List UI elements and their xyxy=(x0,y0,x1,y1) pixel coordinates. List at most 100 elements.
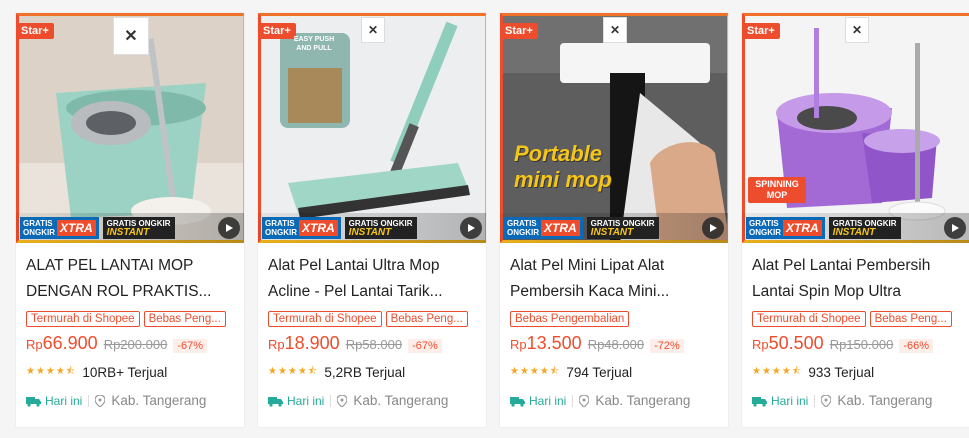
divider xyxy=(88,394,90,407)
product-title-line1: Alat Pel Lantai Ultra Mop xyxy=(268,257,440,274)
shipping-label: Hari ini xyxy=(529,393,567,408)
tag-bebas-pengembalian: Bebas Peng... xyxy=(385,311,468,327)
rating-stars-icon: ★★★★⯪ xyxy=(26,366,77,377)
product-title-line2: Acline - Pel Lantai Tarik... xyxy=(268,283,443,300)
location-text: Kab. Tangerang xyxy=(837,393,933,408)
play-video-icon[interactable] xyxy=(460,217,482,239)
price-currency: Rp xyxy=(26,337,43,352)
brand-logo: ✕ xyxy=(113,17,149,55)
product-card[interactable]: Star+ ✕ EASY PUSH AND PULL GRATIS ONGKIR … xyxy=(257,12,487,428)
play-video-icon[interactable] xyxy=(218,217,240,239)
promo-xtra-text: XTRA xyxy=(541,220,580,236)
gratis-ongkir-instant-badge: GRATIS ONGKIR INSTANT xyxy=(344,217,417,239)
promo-instant-text: INSTANT xyxy=(832,227,876,238)
delivery-truck-icon xyxy=(752,396,767,407)
promo-strip: GRATIS ONGKIR XTRA GRATIS ONGKIR INSTANT xyxy=(500,213,728,243)
original-price: Rp58.000 xyxy=(345,337,403,352)
product-card[interactable]: Star+ ✕ SPINNING MOP GRATIS ONGKIR XTRA G… xyxy=(741,12,969,428)
original-price: Rp150.000 xyxy=(829,337,894,352)
location-pin-icon xyxy=(579,394,590,407)
promo-strip: GRATIS ONGKIR XTRA GRATIS ONGKIR INSTANT xyxy=(258,213,486,243)
portable-mini-mop-label: Portable mini mop xyxy=(514,141,612,192)
rating-stars-icon: ★★★★⯪ xyxy=(268,366,319,377)
promo-xtra-text: XTRA xyxy=(299,220,338,236)
discount-badge: -66% xyxy=(899,339,933,353)
tag-bebas-pengembalian: Bebas Peng... xyxy=(869,311,952,327)
product-title-line2: Pembersih Kaca Mini... xyxy=(510,283,670,300)
rating-sold-row: ★★★★⯪ 794 Terjual xyxy=(510,364,718,381)
promo-strip: GRATIS ONGKIR XTRA GRATIS ONGKIR INSTANT xyxy=(742,213,969,243)
shipping-today: Hari ini xyxy=(752,394,808,408)
discount-badge: -67% xyxy=(173,339,207,353)
product-thumbnail[interactable]: Star+ ✕ GRATIS ONGKIR XTRA GRATIS ONGKIR … xyxy=(16,13,244,243)
location-text: Kab. Tangerang xyxy=(353,393,449,408)
product-tags: Bebas Pengembalian xyxy=(510,311,718,327)
price-currency: Rp xyxy=(510,337,527,352)
current-price: Rp13.500 xyxy=(510,333,582,354)
current-price: Rp66.900 xyxy=(26,333,98,354)
promo-ongkir-text: ONGKIR xyxy=(749,228,781,237)
product-tags: Termurah di Shopee Bebas Peng... xyxy=(752,311,960,327)
star-plus-badge: Star+ xyxy=(16,23,54,39)
product-thumbnail[interactable]: Star+ ✕ Portable mini mop GRATIS ONGKIR X… xyxy=(500,13,728,243)
brand-logo-icon: ✕ xyxy=(851,23,863,37)
tag-bebas-pengembalian: Bebas Peng... xyxy=(143,311,226,327)
price-value: 66.900 xyxy=(42,333,98,353)
price-value: 13.500 xyxy=(526,333,582,353)
location-pin-icon xyxy=(821,394,832,407)
play-video-icon[interactable] xyxy=(944,217,966,239)
product-thumbnail[interactable]: Star+ ✕ EASY PUSH AND PULL GRATIS ONGKIR … xyxy=(258,13,486,243)
location-text: Kab. Tangerang xyxy=(111,393,207,408)
price-value: 50.500 xyxy=(768,333,824,353)
delivery-truck-icon xyxy=(26,396,41,407)
easy-push-label: EASY PUSH AND PULL xyxy=(293,36,335,52)
star-plus-badge: Star+ xyxy=(500,23,538,39)
discount-badge: -72% xyxy=(650,339,684,353)
location-pin-icon xyxy=(337,394,348,407)
shipping-location-row: Hari ini Kab. Tangerang xyxy=(268,393,476,408)
product-thumbnail[interactable]: Star+ ✕ SPINNING MOP GRATIS ONGKIR XTRA G… xyxy=(742,13,969,243)
promo-instant-text: INSTANT xyxy=(348,227,392,238)
play-video-icon[interactable] xyxy=(702,217,724,239)
rating-sold-row: ★★★★⯪ 933 Terjual xyxy=(752,364,960,381)
promo-strip: GRATIS ONGKIR XTRA GRATIS ONGKIR INSTANT xyxy=(16,213,244,243)
brand-logo-icon: ✕ xyxy=(124,28,138,45)
original-price: Rp48.000 xyxy=(587,337,645,352)
star-plus-badge: Star+ xyxy=(742,23,780,39)
location-pin-icon xyxy=(95,394,106,407)
promo-gratis-text: GRATIS xyxy=(23,219,53,228)
product-title-line1: ALAT PEL LANTAI MOP xyxy=(26,257,194,274)
product-image xyxy=(500,13,728,243)
product-title[interactable]: Alat Pel Mini Lipat Alat Pembersih Kaca … xyxy=(510,253,718,305)
shipping-location-row: Hari ini Kab. Tangerang xyxy=(26,393,234,408)
tag-termurah: Termurah di Shopee xyxy=(26,311,140,327)
product-title-line1: Alat Pel Lantai Pembersih xyxy=(752,257,931,274)
shipping-today: Hari ini xyxy=(510,394,566,408)
divider xyxy=(814,394,816,407)
tag-termurah: Termurah di Shopee xyxy=(268,311,382,327)
promo-xtra-text: XTRA xyxy=(783,220,822,236)
price-row: Rp13.500 Rp48.000 -72% xyxy=(510,333,718,354)
product-card[interactable]: Star+ ✕ GRATIS ONGKIR XTRA GRATIS ONGKIR … xyxy=(15,12,245,428)
shipping-label: Hari ini xyxy=(287,393,325,408)
price-row: Rp50.500 Rp150.000 -66% xyxy=(752,333,960,354)
promo-xtra-text: XTRA xyxy=(57,220,96,236)
price-currency: Rp xyxy=(752,337,769,352)
sold-count: 10RB+ Terjual xyxy=(82,365,168,380)
divider xyxy=(572,394,574,407)
promo-ongkir-text: ONGKIR xyxy=(23,228,55,237)
current-price: Rp18.900 xyxy=(268,333,340,354)
product-title[interactable]: Alat Pel Lantai Ultra Mop Acline - Pel L… xyxy=(268,253,476,305)
discount-badge: -67% xyxy=(408,339,442,353)
sold-count: 5,2RB Terjual xyxy=(324,365,406,380)
promo-ongkir-text: ONGKIR xyxy=(265,228,297,237)
rating-stars-icon: ★★★★⯪ xyxy=(510,366,561,377)
product-title[interactable]: ALAT PEL LANTAI MOP DENGAN ROL PRAKTIS..… xyxy=(26,253,234,305)
product-title[interactable]: Alat Pel Lantai Pembersih Lantai Spin Mo… xyxy=(752,253,960,305)
product-tags: Termurah di Shopee Bebas Peng... xyxy=(26,311,234,327)
brand-logo: ✕ xyxy=(361,17,385,43)
shipping-location-row: Hari ini Kab. Tangerang xyxy=(752,393,960,408)
shipping-label: Hari ini xyxy=(771,393,809,408)
product-card[interactable]: Star+ ✕ Portable mini mop GRATIS ONGKIR X… xyxy=(499,12,729,428)
rating-stars-icon: ★★★★⯪ xyxy=(752,366,803,377)
